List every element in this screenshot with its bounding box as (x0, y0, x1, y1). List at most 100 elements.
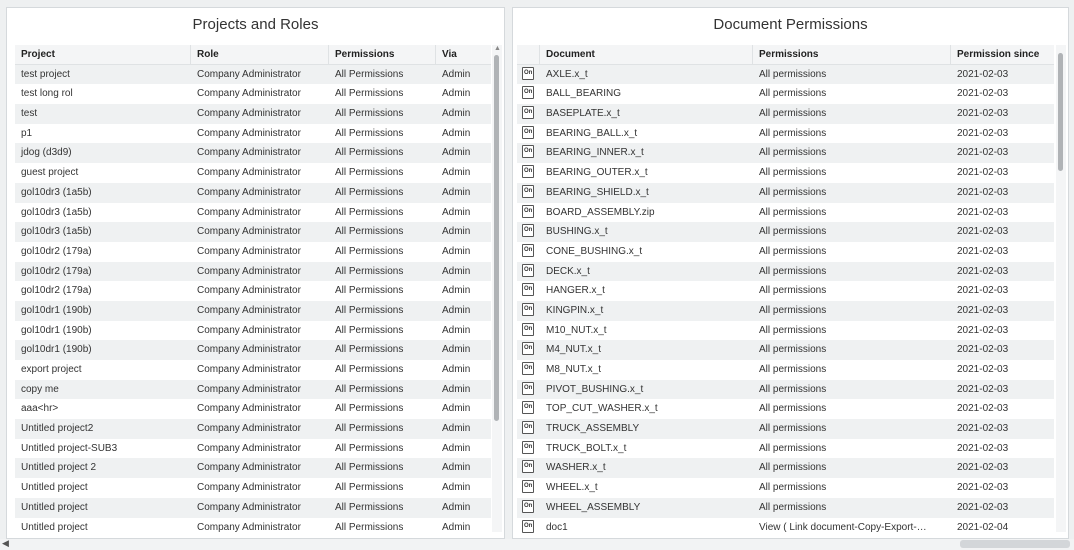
cell-document-name[interactable]: M8_NUT.x_t (540, 360, 753, 380)
table-row[interactable]: WHEEL.x_t All permissions 2021-02-03 (517, 478, 1054, 498)
column-header-role[interactable]: Role (191, 45, 329, 64)
cell-document-name[interactable]: BALL_BEARING (540, 84, 753, 104)
table-row[interactable]: M10_NUT.x_t All permissions 2021-02-03 (517, 320, 1054, 341)
horizontal-scroll-thumb[interactable] (960, 540, 1070, 548)
table-row[interactable]: export project Company Administrator All P… (15, 360, 491, 380)
cell-document-name[interactable]: BEARING_BALL.x_t (540, 124, 753, 144)
table-row[interactable]: gol10dr2 (179a) Company Administrator All … (15, 241, 491, 262)
column-header-permissions[interactable]: Permissions (753, 45, 951, 64)
cell-permissions: All Permissions (335, 285, 404, 297)
projects-panel-title: Projects and Roles (192, 16, 319, 33)
scroll-left-icon[interactable]: ◀ (2, 538, 9, 549)
table-row[interactable]: DECK.x_t All permissions 2021-02-03 (517, 261, 1054, 282)
projects-vertical-scrollbar[interactable]: ▲ (492, 45, 502, 532)
table-row[interactable]: AXLE.x_t All permissions 2021-02-03 (517, 64, 1054, 85)
table-row[interactable]: Untitled project-SUB3 Company Administrat… (15, 438, 491, 459)
documents-vertical-scrollbar[interactable] (1056, 45, 1066, 532)
cell-document-name[interactable]: WASHER.x_t (540, 458, 753, 478)
table-row[interactable]: BEARING_OUTER.x_t All permissions 2021-02-… (517, 163, 1054, 183)
table-row[interactable]: WHEEL_ASSEMBLY All permissions 2021-02-03 (517, 497, 1054, 518)
table-row[interactable]: HANGER.x_t All permissions 2021-02-03 (517, 281, 1054, 301)
cell-role: Company Administrator (197, 285, 301, 297)
table-row[interactable]: gol10dr3 (1a5b) Company Administrator All … (15, 182, 491, 203)
projects-scroll-thumb[interactable] (494, 55, 499, 421)
cell-permissions: All permissions (759, 364, 827, 375)
table-row[interactable]: WASHER.x_t All permissions 2021-02-03 (517, 458, 1054, 479)
column-header-document[interactable]: Document (540, 45, 753, 64)
table-row[interactable]: TRUCK_BOLT.x_t All permissions 2021-02-03 (517, 438, 1054, 459)
table-row[interactable]: gol10dr3 (1a5b) Company Administrator All … (15, 222, 491, 242)
cell-document-name[interactable]: WHEEL_ASSEMBLY (540, 498, 753, 518)
scroll-up-icon[interactable]: ▲ (494, 45, 501, 52)
cell-via: Admin (442, 304, 471, 316)
cell-document-name[interactable]: TOP_CUT_WASHER.x_t (540, 399, 753, 419)
table-row[interactable]: p1 Company Administrator All Permissions Ad… (15, 123, 491, 144)
table-row[interactable]: guest project Company Administrator All Pe… (15, 163, 491, 183)
table-row[interactable]: BOARD_ASSEMBLY.zip All permissions 2021-02… (517, 202, 1054, 223)
cell-role: Company Administrator (197, 501, 301, 513)
table-row[interactable]: Untitled project Company Administrator All… (15, 478, 491, 498)
table-row[interactable]: test project Company Administrator All Per… (15, 64, 491, 85)
cell-permissions: All permissions (759, 68, 827, 80)
cell-document-name[interactable]: CONE_BUSHING.x_t (540, 242, 753, 262)
table-row[interactable]: Untitled project Company Administrator All… (15, 517, 491, 538)
cell-permissions: All Permissions (335, 482, 404, 494)
table-row[interactable]: doc1 View ( Link document-Copy-Export-… 20… (517, 517, 1054, 538)
cell-document-name[interactable]: HANGER.x_t (540, 281, 753, 301)
table-row[interactable]: gol10dr2 (179a) Company Administrator All … (15, 261, 491, 282)
table-row[interactable]: Untitled project 2 Company Administrator A… (15, 458, 491, 479)
cell-document-name[interactable]: BUSHING.x_t (540, 222, 753, 242)
cell-via: Admin (442, 265, 471, 277)
table-row[interactable]: BEARING_SHIELD.x_t All permissions 2021-02… (517, 182, 1054, 203)
documents-table-header: Document Permissions Permission since (517, 45, 1054, 65)
table-row[interactable]: gol10dr1 (190b) Company Administrator All … (15, 300, 491, 321)
table-row[interactable]: BASEPLATE.x_t All permissions 2021-02-03 (517, 104, 1054, 124)
table-row[interactable]: CONE_BUSHING.x_t All permissions 2021-02-0… (517, 241, 1054, 262)
cell-document-name[interactable]: DECK.x_t (540, 262, 753, 282)
table-row[interactable]: PIVOT_BUSHING.x_t All permissions 2021-02-… (517, 379, 1054, 400)
table-row[interactable]: BALL_BEARING All permissions 2021-02-03 (517, 84, 1054, 105)
cell-document-name[interactable]: TRUCK_BOLT.x_t (540, 439, 753, 459)
table-row[interactable]: M4_NUT.x_t All permissions 2021-02-03 (517, 340, 1054, 360)
documents-scroll-thumb[interactable] (1058, 53, 1063, 171)
cell-document-name[interactable]: AXLE.x_t (540, 65, 753, 85)
table-row[interactable]: test long rol Company Administrator All Pe… (15, 84, 491, 105)
table-row[interactable]: gol10dr3 (1a5b) Company Administrator All … (15, 202, 491, 223)
table-row[interactable]: test Company Administrator All Permissions… (15, 104, 491, 124)
table-row[interactable]: KINGPIN.x_t All permissions 2021-02-03 (517, 300, 1054, 321)
table-row[interactable]: BEARING_INNER.x_t All permissions 2021-02-… (517, 143, 1054, 164)
table-row[interactable]: gol10dr1 (190b) Company Administrator All … (15, 320, 491, 341)
table-row[interactable]: BEARING_BALL.x_t All permissions 2021-02-0… (517, 123, 1054, 144)
cell-document-name[interactable]: BOARD_ASSEMBLY.zip (540, 203, 753, 223)
table-row[interactable]: jdog (d3d9) Company Administrator All Perm… (15, 143, 491, 164)
cell-document-name[interactable]: M4_NUT.x_t (540, 340, 753, 360)
table-row[interactable]: aaa<hr> Company Administrator All Permissi… (15, 399, 491, 420)
column-header-permission-since[interactable]: Permission since (951, 45, 1054, 64)
cell-document-name[interactable]: BEARING_OUTER.x_t (540, 163, 753, 183)
table-row[interactable]: gol10dr2 (179a) Company Administrator All … (15, 281, 491, 301)
table-row[interactable]: Untitled project2 Company Administrator Al… (15, 419, 491, 439)
cell-permission-since: 2021-02-03 (957, 206, 1009, 218)
horizontal-scrollbar[interactable]: ◀ (0, 538, 1074, 550)
table-row[interactable]: TRUCK_ASSEMBLY All permissions 2021-02-03 (517, 419, 1054, 439)
cell-document-name[interactable]: doc1 (540, 518, 753, 538)
cell-document-name[interactable]: M10_NUT.x_t (540, 321, 753, 341)
column-header-project[interactable]: Project (15, 45, 191, 64)
cell-document-name[interactable]: BEARING_SHIELD.x_t (540, 183, 753, 203)
cell-document-name[interactable]: PIVOT_BUSHING.x_t (540, 380, 753, 400)
cell-permissions: All Permissions (335, 521, 404, 533)
table-row[interactable]: Untitled project Company Administrator All… (15, 497, 491, 518)
cell-document-name[interactable]: WHEEL.x_t (540, 478, 753, 498)
cell-document-name[interactable]: BEARING_INNER.x_t (540, 143, 753, 163)
table-row[interactable]: M8_NUT.x_t All permissions 2021-02-03 (517, 360, 1054, 380)
cell-document-name[interactable]: KINGPIN.x_t (540, 301, 753, 321)
table-row[interactable]: copy me Company Administrator All Permissi… (15, 379, 491, 400)
cell-document-name[interactable]: TRUCK_ASSEMBLY (540, 419, 753, 439)
table-row[interactable]: BUSHING.x_t All permissions 2021-02-03 (517, 222, 1054, 242)
column-header-via[interactable]: Via (436, 45, 491, 64)
cell-via: Admin (442, 206, 471, 218)
cell-document-name[interactable]: BASEPLATE.x_t (540, 104, 753, 124)
column-header-permissions[interactable]: Permissions (329, 45, 436, 64)
table-row[interactable]: TOP_CUT_WASHER.x_t All permissions 2021-02… (517, 399, 1054, 420)
table-row[interactable]: gol10dr1 (190b) Company Administrator All … (15, 340, 491, 360)
